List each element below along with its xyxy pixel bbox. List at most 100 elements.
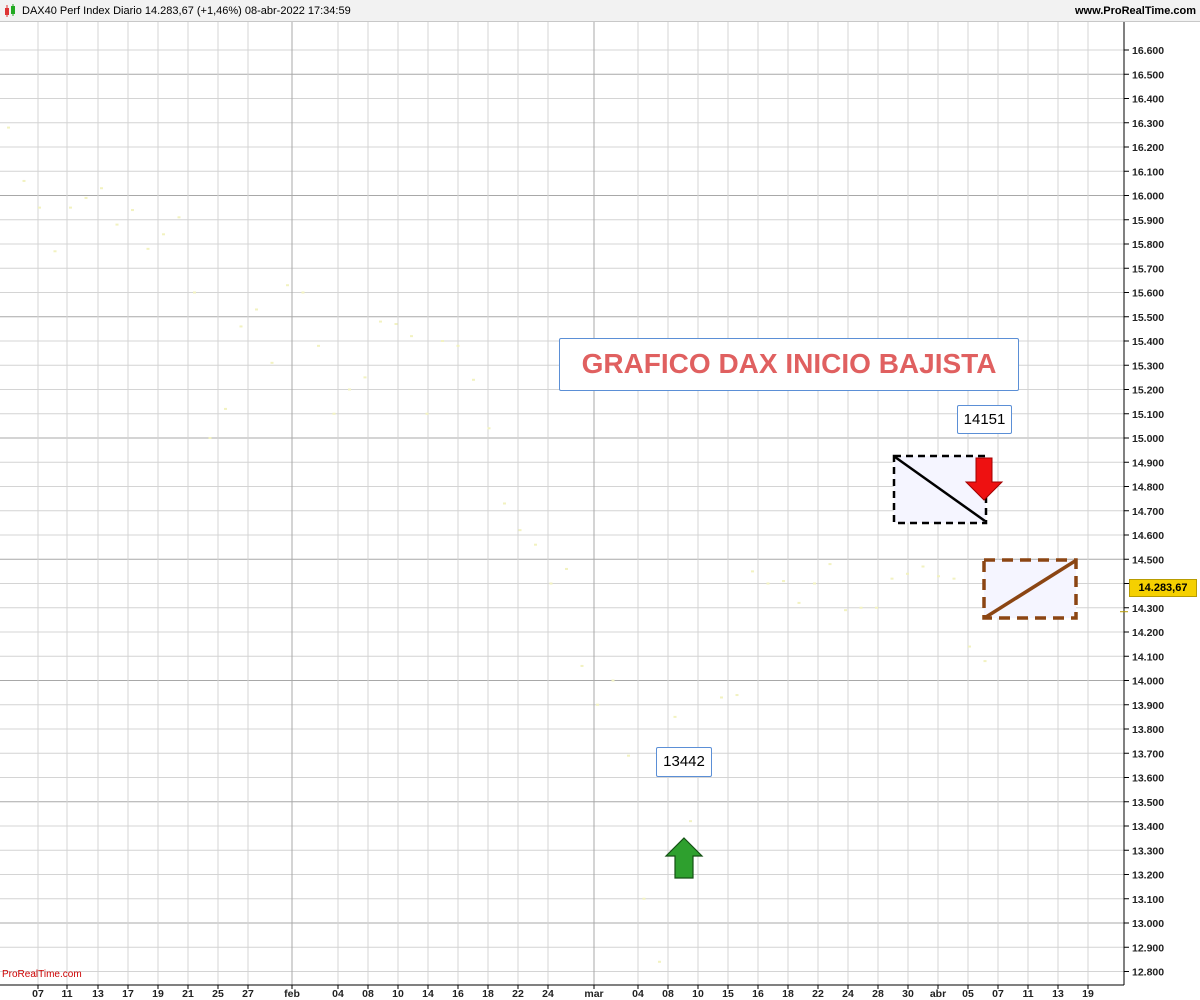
candlestick-icon	[5, 4, 15, 17]
data-point	[332, 412, 336, 415]
data-point	[503, 502, 506, 505]
x-tick-label: 24	[842, 988, 854, 1000]
data-point	[689, 820, 692, 823]
data-point	[937, 575, 940, 578]
x-tick-label: 19	[1082, 988, 1094, 1000]
data-point	[7, 126, 10, 129]
data-point	[38, 206, 41, 209]
y-tick-label: 13.500	[1132, 797, 1164, 809]
data-point	[658, 960, 661, 963]
data-point	[131, 209, 134, 212]
x-tick-label: 24	[542, 988, 554, 1000]
x-tick-label: 18	[782, 988, 794, 1000]
data-point	[162, 233, 165, 236]
y-tick-label: 13.200	[1132, 870, 1164, 882]
data-point	[735, 694, 739, 697]
data-point	[208, 437, 212, 439]
x-tick-label: 22	[512, 988, 524, 1000]
data-point	[193, 291, 196, 294]
y-tick-label: 16.200	[1132, 142, 1164, 154]
data-point	[53, 250, 57, 253]
data-point	[534, 543, 537, 546]
x-tick-label: 19	[152, 988, 164, 1000]
x-tick-label: 13	[92, 988, 104, 1000]
y-tick-label: 15.000	[1132, 433, 1164, 445]
x-tick-label: 10	[392, 988, 404, 1000]
chart-annotation-title: GRAFICO DAX INICIO BAJISTA	[559, 338, 1019, 391]
data-point	[255, 308, 258, 311]
data-point	[441, 340, 444, 342]
x-tick-label: 11	[1022, 988, 1033, 1000]
x-tick-label: 16	[752, 988, 764, 1000]
x-tick-label: 13	[1052, 988, 1064, 1000]
site-link[interactable]: www.ProRealTime.com	[1075, 5, 1196, 17]
data-point	[751, 570, 754, 573]
y-tick-label: 12.800	[1132, 967, 1164, 979]
x-tick-label: abr	[930, 988, 946, 1000]
annotation-label-low: 13442	[656, 747, 712, 777]
y-tick-label: 16.500	[1132, 69, 1164, 81]
price-chart[interactable]: 16.600 16.500 16.400 16.300 16.200 16.100 16.0…	[0, 22, 1200, 1000]
data-point	[782, 580, 785, 583]
data-point	[472, 378, 475, 381]
data-point	[813, 582, 816, 585]
data-point	[596, 703, 599, 706]
x-tick-label: 07	[992, 988, 1004, 1000]
x-tick-label: 17	[122, 988, 134, 1000]
data-point	[797, 601, 801, 604]
data-point	[317, 344, 320, 347]
data-point	[224, 407, 227, 410]
data-point	[627, 754, 630, 757]
y-tick-label: 14.900	[1132, 457, 1164, 469]
x-tick-label: 10	[692, 988, 704, 1000]
data-point	[456, 344, 460, 347]
data-point	[286, 284, 289, 287]
data-point	[425, 412, 429, 415]
y-tick-label: 15.200	[1132, 385, 1164, 397]
y-tick-label: 14.600	[1132, 530, 1164, 542]
current-price-tag: 14.283,67	[1129, 579, 1197, 597]
footer-logo[interactable]: ProRealTime.com	[2, 969, 82, 980]
y-tick-label: 13.600	[1132, 773, 1164, 785]
data-point	[177, 216, 181, 219]
data-point	[69, 206, 72, 209]
x-tick-label: 18	[482, 988, 494, 1000]
data-point	[890, 577, 894, 580]
data-point	[906, 572, 909, 575]
x-tick-label: 30	[902, 988, 914, 1000]
y-tick-label: 16.100	[1132, 166, 1164, 178]
y-tick-label: 13.900	[1132, 700, 1164, 712]
data-point	[720, 696, 723, 699]
data-point	[379, 320, 382, 323]
y-tick-label: 15.100	[1132, 409, 1164, 421]
x-tick-label: 22	[812, 988, 824, 1000]
data-point	[410, 335, 413, 338]
chart-header-bar: DAX40 Perf Index Diario 14.283,67 (+1,46…	[0, 0, 1200, 22]
y-tick-label: 14.000	[1132, 676, 1164, 688]
y-tick-label: 14.300	[1132, 603, 1164, 615]
data-point	[301, 291, 305, 294]
data-point	[115, 223, 119, 226]
y-tick-label: 14.700	[1132, 506, 1164, 518]
y-tick-label: 15.600	[1132, 288, 1164, 300]
y-tick-label: 14.500	[1132, 554, 1164, 566]
data-point	[828, 563, 832, 566]
data-point	[363, 376, 367, 379]
x-tick-label: 05	[962, 988, 974, 1000]
data-point	[565, 567, 568, 570]
annotation-label-high: 14151	[957, 405, 1012, 434]
data-point	[100, 187, 103, 190]
data-point	[611, 679, 615, 682]
x-tick-label: 07	[32, 988, 44, 1000]
y-tick-label: 13.100	[1132, 894, 1164, 906]
y-tick-label: 15.700	[1132, 263, 1164, 275]
y-tick-label: 15.800	[1132, 239, 1164, 251]
x-tick-label: 15	[722, 988, 734, 1000]
y-tick-label: 13.000	[1132, 918, 1164, 930]
y-tick-label: 15.500	[1132, 312, 1164, 324]
data-point	[22, 179, 26, 182]
y-tick-label: 15.300	[1132, 360, 1164, 372]
x-tick-label: 21	[182, 988, 194, 1000]
y-tick-label: 13.400	[1132, 821, 1164, 833]
y-tick-label: 14.100	[1132, 651, 1164, 663]
